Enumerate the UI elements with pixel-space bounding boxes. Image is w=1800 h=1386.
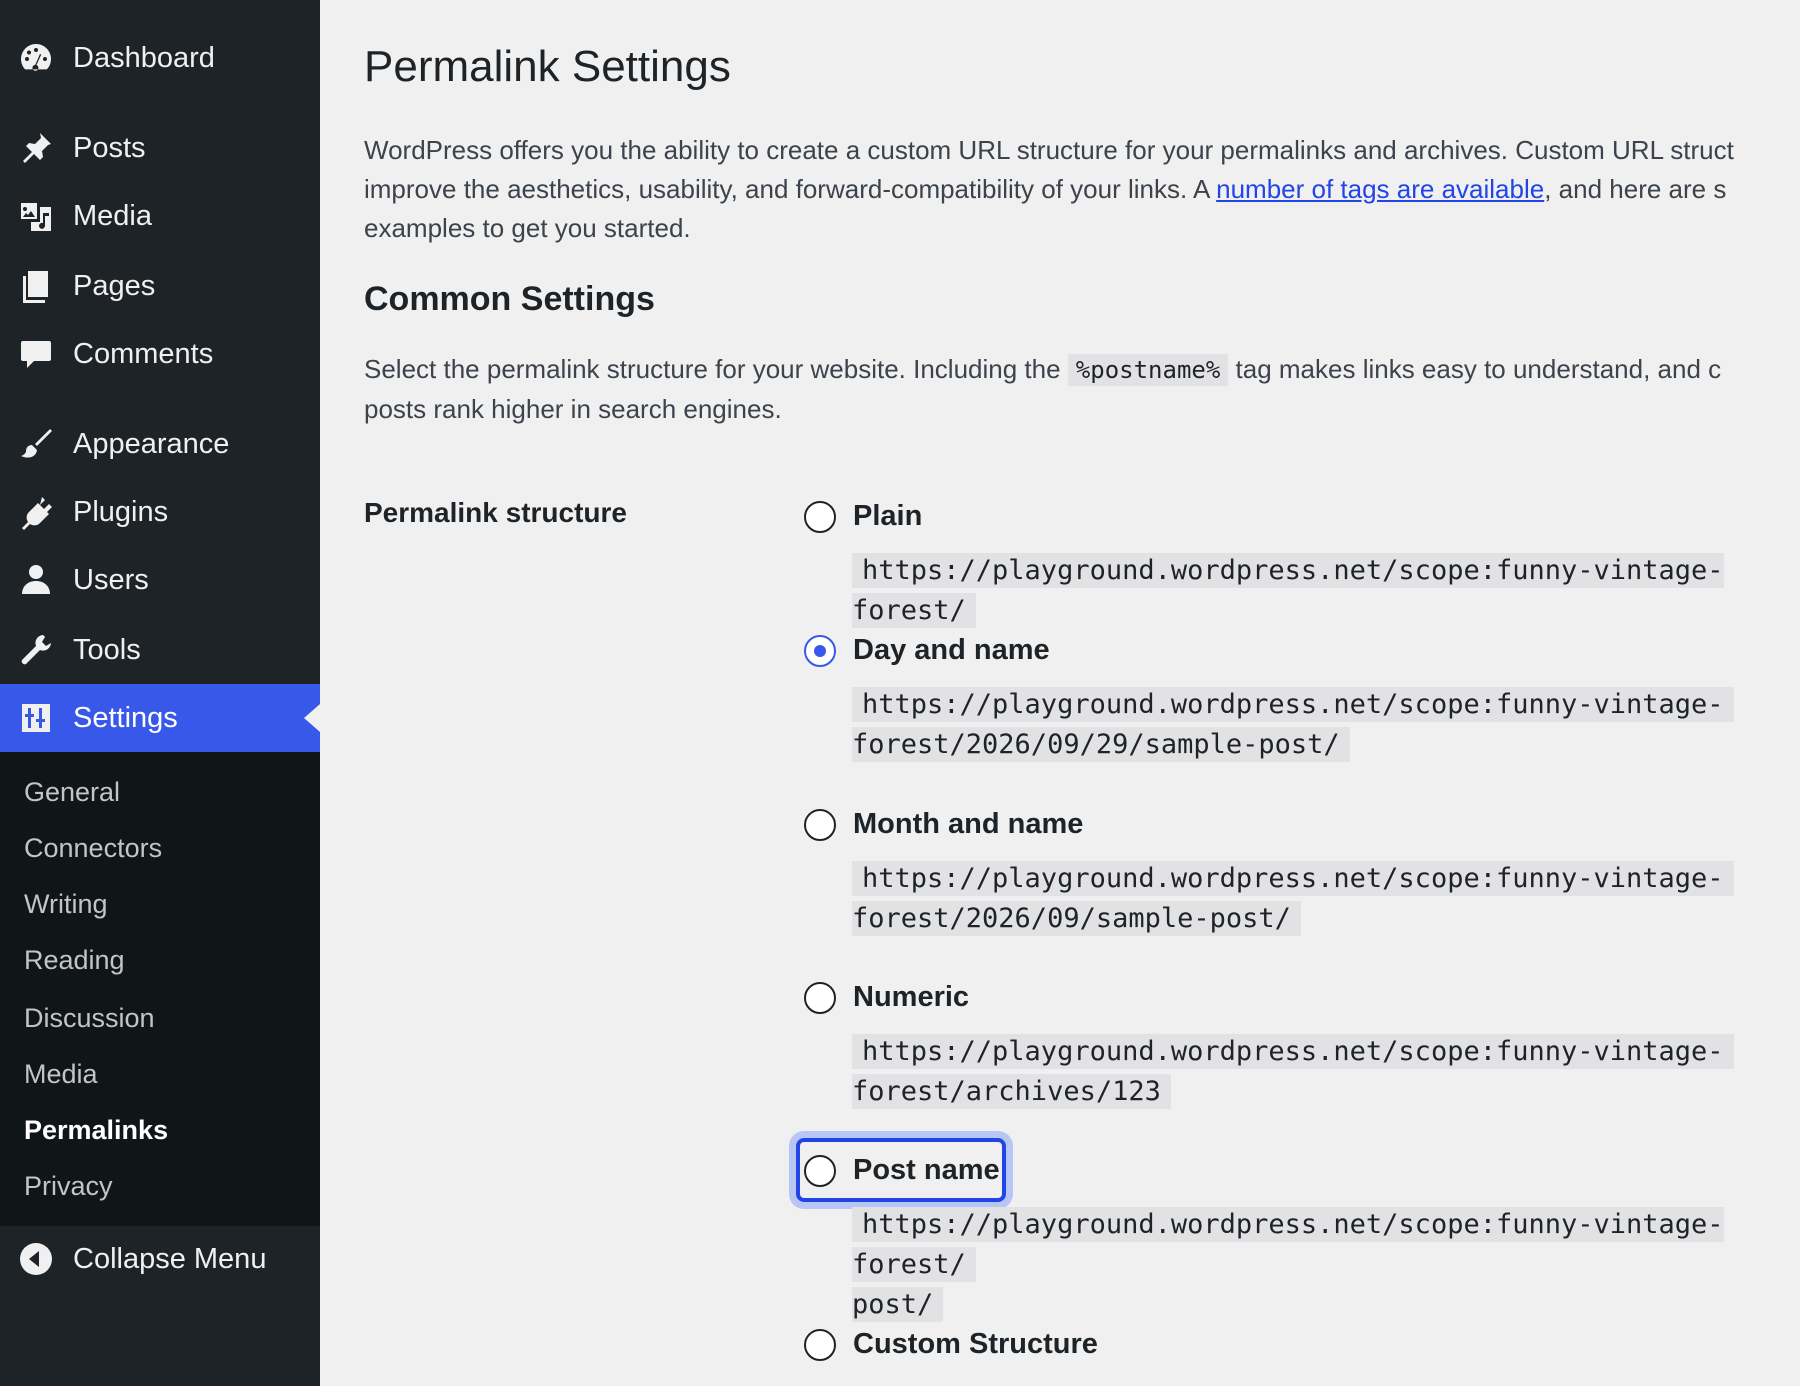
radio-plain[interactable]	[804, 500, 836, 533]
select-line-1-tail: tag makes links easy to understand, and …	[1228, 354, 1722, 384]
sidebar-item-pages[interactable]: Pages	[0, 252, 320, 320]
select-line-1: Select the permalink structure for your …	[364, 350, 1721, 390]
sidebar-item-label: Users	[73, 563, 149, 596]
sidebar-item-label: Tools	[73, 633, 141, 666]
intro-line-2-text: improve the aesthetics, usability, and f…	[364, 174, 1217, 204]
submenu-item-writing[interactable]: Writing	[24, 889, 108, 920]
comment-icon	[18, 336, 54, 372]
option-plain[interactable]: Plain	[804, 500, 922, 533]
numeric-url-line-2: forest/archives/123	[852, 1074, 1171, 1109]
option-custom-structure[interactable]: Custom Structure	[804, 1328, 1098, 1361]
radio-month-and-name[interactable]	[804, 808, 836, 841]
wrench-icon	[18, 632, 54, 668]
sidebar-item-posts[interactable]: Posts	[0, 114, 320, 182]
submenu-item-privacy[interactable]: Privacy	[24, 1171, 113, 1202]
dashboard-icon	[18, 40, 54, 76]
settings-submenu: General Connectors Writing Reading Discu…	[0, 752, 320, 1226]
radio-day-and-name[interactable]	[804, 634, 836, 667]
option-day-and-name-label: Day and name	[853, 634, 1050, 666]
option-month-and-name[interactable]: Month and name	[804, 808, 1083, 841]
day-and-name-example-url: https://playground.wordpress.net/scope:f…	[852, 685, 1734, 765]
option-custom-structure-label: Custom Structure	[853, 1328, 1098, 1360]
tags-available-link[interactable]: number of tags are available	[1216, 174, 1544, 204]
option-month-and-name-label: Month and name	[853, 808, 1084, 840]
collapse-menu-button[interactable]: Collapse Menu	[0, 1225, 320, 1293]
option-day-and-name[interactable]: Day and name	[804, 634, 1050, 667]
submenu-item-media[interactable]: Media	[24, 1059, 98, 1090]
sidebar-item-label: Pages	[73, 269, 156, 302]
sidebar-item-users[interactable]: Users	[0, 546, 320, 614]
option-post-name-label: Post name	[853, 1154, 1000, 1186]
sidebar-item-settings[interactable]: Settings	[0, 684, 320, 752]
month-url-line-2: forest/2026/09/sample-post/	[852, 901, 1301, 936]
sidebar-item-label: Comments	[73, 337, 214, 370]
day-url-line-2: forest/2026/09/29/sample-post/	[852, 727, 1350, 762]
plugin-icon	[18, 494, 54, 530]
sidebar-item-tools[interactable]: Tools	[0, 616, 320, 684]
page-title: Permalink Settings	[364, 42, 731, 91]
intro-line-1: WordPress offers you the ability to crea…	[364, 135, 1734, 165]
sidebar-item-comments[interactable]: Comments	[0, 320, 320, 388]
submenu-item-connectors[interactable]: Connectors	[24, 833, 162, 864]
option-numeric[interactable]: Numeric	[804, 981, 969, 1014]
collapse-arrow-icon	[18, 1241, 54, 1277]
settings-icon	[18, 700, 54, 736]
radio-numeric[interactable]	[804, 981, 836, 1014]
numeric-url-line-1: https://playground.wordpress.net/scope:f…	[852, 1034, 1734, 1069]
day-url-line-1: https://playground.wordpress.net/scope:f…	[852, 687, 1734, 722]
sidebar-item-media[interactable]: Media	[0, 182, 320, 250]
sidebar-item-label: Dashboard	[73, 41, 215, 74]
postname-url-line-1: https://playground.wordpress.net/scope:f…	[852, 1207, 1724, 1282]
numeric-example-url: https://playground.wordpress.net/scope:f…	[852, 1032, 1734, 1112]
collapse-menu-label: Collapse Menu	[73, 1242, 267, 1275]
select-line-2: posts rank higher in search engines.	[364, 394, 782, 424]
month-and-name-example-url: https://playground.wordpress.net/scope:f…	[852, 859, 1734, 939]
month-url-line-1: https://playground.wordpress.net/scope:f…	[852, 861, 1734, 896]
submenu-item-general[interactable]: General	[24, 777, 120, 808]
sidebar-item-plugins[interactable]: Plugins	[0, 478, 320, 546]
admin-sidebar: Dashboard Posts Media Pages Comments App…	[0, 0, 320, 1386]
radio-post-name[interactable]	[804, 1154, 836, 1187]
sidebar-item-label: Media	[73, 199, 152, 232]
sidebar-item-label: Appearance	[73, 427, 230, 460]
option-numeric-label: Numeric	[853, 981, 970, 1013]
option-plain-label: Plain	[853, 500, 923, 532]
select-line-1-text: Select the permalink structure for your …	[364, 354, 1068, 384]
pages-icon	[18, 268, 54, 304]
intro-line-2-tail: , and here are s	[1544, 174, 1727, 204]
submenu-item-permalinks[interactable]: Permalinks	[24, 1115, 168, 1146]
submenu-item-reading[interactable]: Reading	[24, 945, 125, 976]
postname-url-line-2: post/	[852, 1287, 944, 1322]
select-structure-paragraph: Select the permalink structure for your …	[364, 350, 1721, 429]
sidebar-item-dashboard[interactable]: Dashboard	[0, 24, 320, 92]
section-heading: Common Settings	[364, 280, 655, 318]
option-post-name[interactable]: Post name	[804, 1154, 1000, 1187]
postname-tag-code: %postname%	[1067, 354, 1229, 386]
plain-example-url: https://playground.wordpress.net/scope:f…	[852, 551, 1800, 631]
main-content: Permalink Settings WordPress offers you …	[364, 0, 1800, 1386]
radio-custom-structure[interactable]	[804, 1328, 836, 1361]
sidebar-item-label: Settings	[73, 701, 178, 734]
intro-line-2: improve the aesthetics, usability, and f…	[364, 170, 1734, 209]
pin-icon	[18, 130, 54, 166]
sidebar-item-appearance[interactable]: Appearance	[0, 410, 320, 478]
submenu-item-discussion[interactable]: Discussion	[24, 1003, 155, 1034]
current-menu-arrow	[304, 704, 320, 732]
paintbrush-icon	[18, 426, 54, 462]
intro-paragraph: WordPress offers you the ability to crea…	[364, 131, 1734, 248]
media-icon	[18, 198, 54, 234]
sidebar-item-label: Posts	[73, 131, 146, 164]
user-icon	[18, 562, 54, 598]
plain-url-line-1: https://playground.wordpress.net/scope:f…	[852, 553, 1724, 628]
intro-line-3: examples to get you started.	[364, 213, 691, 243]
sidebar-item-label: Plugins	[73, 495, 169, 528]
post-name-example-url: https://playground.wordpress.net/scope:f…	[852, 1205, 1800, 1325]
permalink-structure-label: Permalink structure	[364, 497, 627, 528]
